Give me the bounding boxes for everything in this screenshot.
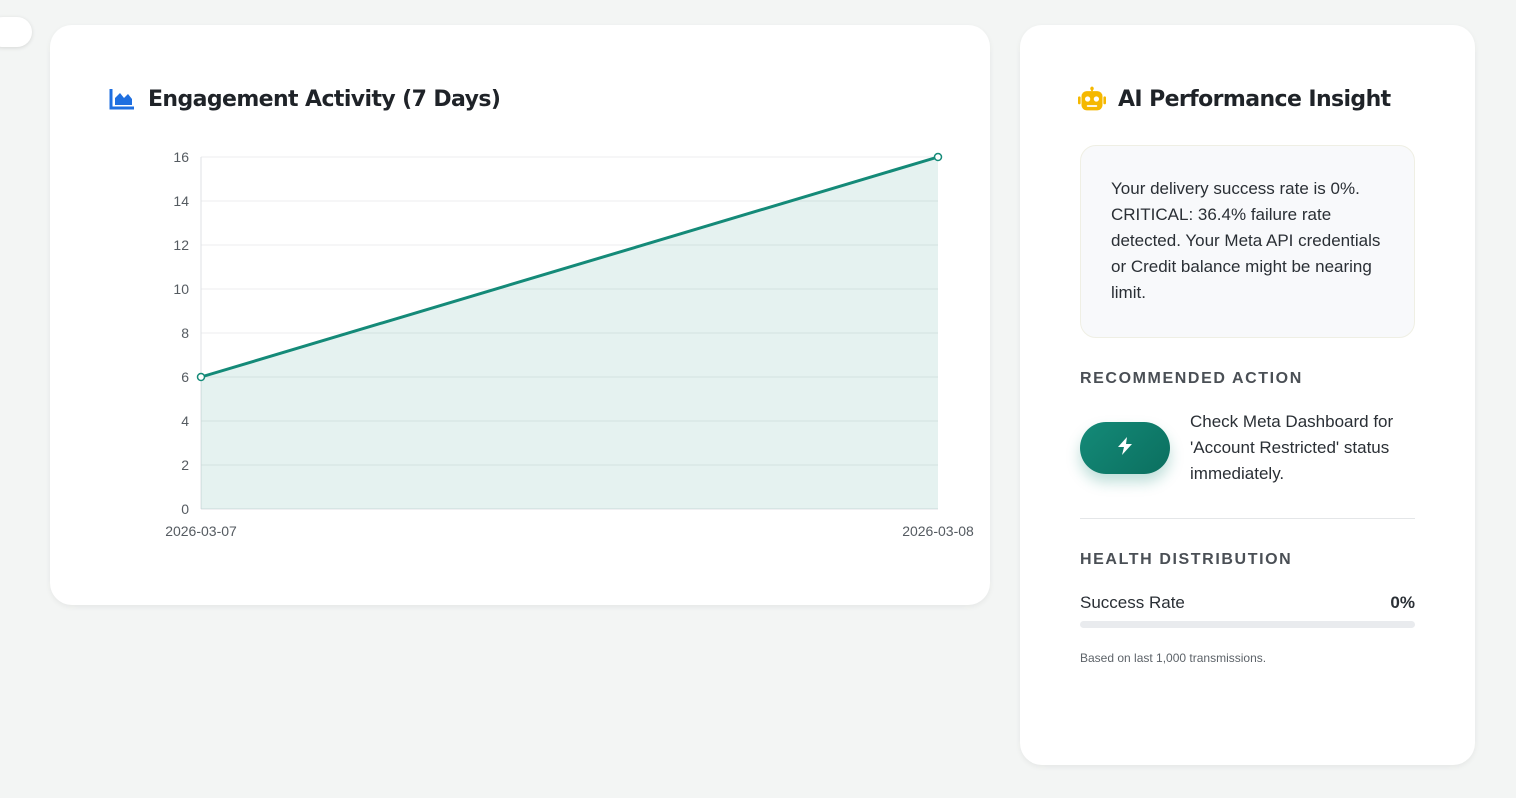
success-rate-value: 0% bbox=[1390, 593, 1415, 612]
y-tick-label: 2 bbox=[181, 457, 189, 473]
x-tick-label: 2026-03-07 bbox=[165, 523, 237, 539]
success-rate-bar bbox=[1080, 621, 1415, 628]
data-point bbox=[933, 152, 943, 162]
health-distribution-heading: HEALTH DISTRIBUTION bbox=[1080, 551, 1293, 568]
robot-icon bbox=[1078, 85, 1106, 113]
edge-toggle[interactable] bbox=[0, 17, 32, 47]
y-tick-label: 8 bbox=[181, 325, 189, 341]
insight-title-text: AI Performance Insight bbox=[1118, 86, 1391, 112]
y-tick-label: 0 bbox=[181, 501, 189, 517]
section-divider bbox=[1080, 518, 1415, 519]
data-point bbox=[196, 372, 206, 382]
engagement-card: Engagement Activity (7 Days) 0 2 4 6 8 10 12 14… bbox=[50, 25, 990, 605]
lightning-icon bbox=[1117, 436, 1133, 460]
y-tick-label: 6 bbox=[181, 369, 189, 385]
recommended-action-heading: RECOMMENDED ACTION bbox=[1080, 370, 1303, 387]
y-tick-label: 10 bbox=[173, 281, 189, 297]
y-tick-label: 16 bbox=[173, 149, 189, 165]
engagement-title: Engagement Activity (7 Days) bbox=[108, 85, 501, 113]
insight-message: Your delivery success rate is 0%. CRITIC… bbox=[1080, 145, 1415, 338]
y-tick-label: 12 bbox=[173, 237, 189, 253]
insight-title: AI Performance Insight bbox=[1078, 85, 1391, 113]
x-tick-label: 2026-03-08 bbox=[902, 523, 974, 539]
y-tick-label: 4 bbox=[181, 413, 189, 429]
success-rate-row: Success Rate 0% bbox=[1080, 593, 1415, 613]
engagement-chart: 0 2 4 6 8 10 12 14 16 2026-03-07 2026-03-08 bbox=[165, 149, 974, 539]
action-text: Check Meta Dashboard for 'Account Restri… bbox=[1190, 412, 1394, 483]
footnote: Based on last 1,000 transmissions. bbox=[1080, 651, 1267, 665]
engagement-title-text: Engagement Activity (7 Days) bbox=[148, 86, 501, 112]
success-rate-label: Success Rate bbox=[1080, 593, 1185, 612]
action-button[interactable] bbox=[1080, 422, 1170, 474]
area-chart-icon bbox=[108, 85, 136, 113]
y-tick-label: 14 bbox=[173, 193, 189, 209]
recommended-action: Check Meta Dashboard for 'Account Restri… bbox=[1080, 409, 1420, 489]
insight-card: AI Performance Insight Your delivery suc… bbox=[1020, 25, 1475, 765]
